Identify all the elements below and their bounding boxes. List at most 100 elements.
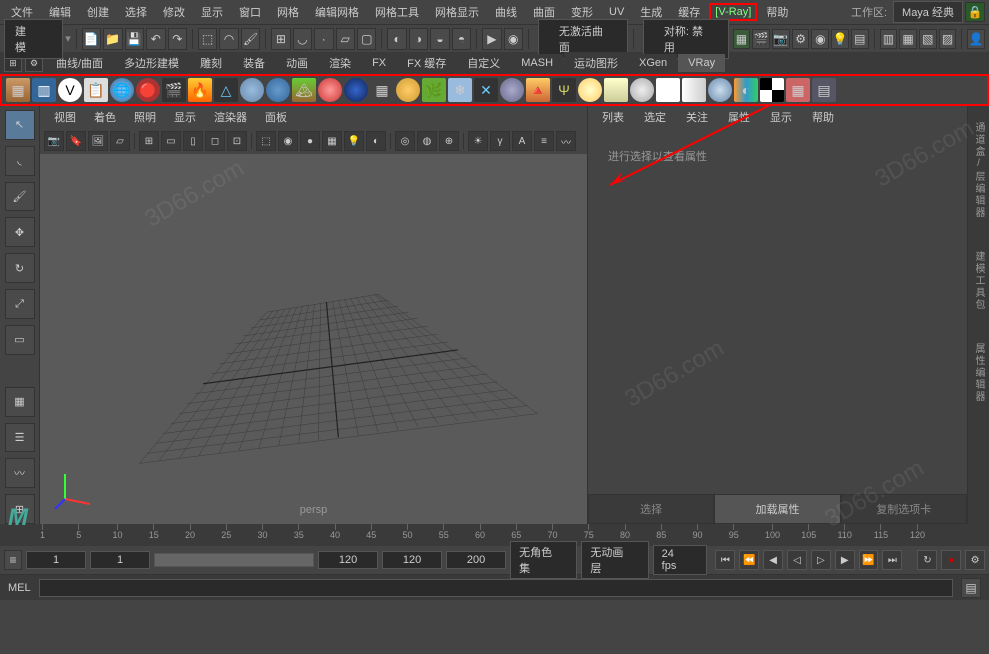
vray-icon-3[interactable]: V (58, 78, 82, 102)
vray-icon-22[interactable]: Ψ (552, 78, 576, 102)
vp-image-icon[interactable]: 🖼 (88, 131, 108, 151)
attr-menu-list[interactable]: 列表 (594, 107, 632, 127)
panel4-icon[interactable]: ▨ (939, 29, 957, 49)
shelf-tab-motion[interactable]: 运动图形 (564, 52, 628, 74)
vray-icon-10[interactable] (240, 78, 264, 102)
vp-menu-view[interactable]: 视图 (46, 107, 84, 127)
account-icon[interactable]: 👤 (967, 29, 985, 49)
vray-icon-17[interactable]: 🌿 (422, 78, 446, 102)
vray-icon-5[interactable]: 🌐 (110, 78, 134, 102)
vp-menu-panels[interactable]: 面板 (257, 107, 295, 127)
loop-icon[interactable]: ↻ (917, 550, 937, 570)
menu-window[interactable]: 窗口 (232, 1, 268, 23)
attr-menu-help[interactable]: 帮助 (804, 107, 842, 127)
vp-shadow-icon[interactable]: ◐ (366, 131, 386, 151)
vray-icon-8[interactable]: 🔥 (188, 78, 212, 102)
step-fwd-icon[interactable]: ⏩ (859, 550, 879, 570)
paint-icon[interactable]: 🖌 (241, 28, 260, 50)
vp-resolution-icon[interactable]: ◻ (205, 131, 225, 151)
vray-icon-1[interactable]: ▦ (6, 78, 30, 102)
symmetry-status[interactable]: 对称: 禁用 (643, 19, 729, 59)
rotate-tool[interactable]: ↻ (5, 253, 35, 283)
graph-icon[interactable]: 〰 (5, 458, 35, 488)
vray-icon-2[interactable]: ▥ (32, 78, 56, 102)
shelf-tab-fx[interactable]: FX (362, 54, 396, 72)
vray-icon-31[interactable]: ▦ (786, 78, 810, 102)
vp-xray-icon[interactable]: ◍ (417, 131, 437, 151)
shelf-tab-rigging[interactable]: 装备 (233, 52, 275, 74)
vp-all-icon[interactable]: ● (300, 131, 320, 151)
shelf-tab-anim[interactable]: 动画 (276, 52, 318, 74)
vp-gamma-icon[interactable]: γ (490, 131, 510, 151)
render-setup-icon[interactable]: ▤ (851, 29, 869, 49)
vray-icon-25[interactable] (630, 78, 654, 102)
shelf-tab-poly[interactable]: 多边形建模 (114, 52, 189, 74)
vray-icon-28[interactable] (708, 78, 732, 102)
lock-icon[interactable]: 🔒 (965, 2, 985, 22)
vp-menu-shade[interactable]: 着色 (86, 107, 124, 127)
vp-safe-icon[interactable]: ⊡ (227, 131, 247, 151)
vray-icon-4[interactable]: 📋 (84, 78, 108, 102)
lasso-icon[interactable]: ◠ (219, 28, 238, 50)
vp-bookmark-icon[interactable]: 🔖 (66, 131, 86, 151)
vray-icon-13[interactable] (318, 78, 342, 102)
cmd-lang-label[interactable]: MEL (8, 582, 31, 594)
attr-footer-load[interactable]: 加载属性 (714, 494, 840, 524)
vp-depth-icon[interactable]: ≡ (534, 131, 554, 151)
undo-icon[interactable]: ↶ (146, 28, 165, 50)
play-fwd-icon[interactable]: ▷ (811, 550, 831, 570)
render-view-icon[interactable]: ▦ (733, 29, 751, 49)
snap-plane-icon[interactable]: ▱ (336, 28, 355, 50)
ipr-render-icon[interactable]: 📷 (772, 29, 790, 49)
vp-joint-icon[interactable]: ⊕ (439, 131, 459, 151)
menu-help[interactable]: 帮助 (759, 1, 795, 23)
workspace-dropdown[interactable]: Maya 经典 (893, 1, 963, 23)
goto-end-icon[interactable]: ⏭ (882, 550, 902, 570)
tab-modelkit[interactable]: 建模工具包 (971, 245, 986, 317)
vp-menu-renderer[interactable]: 渲染器 (206, 107, 255, 127)
shelf-tab-xgen[interactable]: XGen (629, 54, 677, 72)
vray-icon-14[interactable] (344, 78, 368, 102)
vray-icon-18[interactable]: ❄ (448, 78, 472, 102)
menu-create[interactable]: 创建 (80, 1, 116, 23)
history-icon[interactable]: ◐ (387, 28, 406, 50)
shelf-tab-sculpt[interactable]: 雕刻 (190, 52, 232, 74)
shelf-tab-fxcache[interactable]: FX 缓存 (397, 52, 456, 74)
tab-channelbox[interactable]: 通道盒/层编辑器 (971, 116, 986, 225)
menu-curves[interactable]: 曲线 (488, 1, 524, 23)
play-back-icon[interactable]: ◁ (787, 550, 807, 570)
history2-icon[interactable]: ◑ (409, 28, 428, 50)
shelf-tab-custom[interactable]: 自定义 (457, 52, 510, 74)
range-slider[interactable] (154, 553, 314, 567)
menu-select[interactable]: 选择 (118, 1, 154, 23)
menu-display[interactable]: 显示 (194, 1, 230, 23)
vray-icon-15[interactable]: ▦ (370, 78, 394, 102)
snap-grid-icon[interactable]: ⊞ (271, 28, 290, 50)
vray-icon-24[interactable] (604, 78, 628, 102)
vp-wire-icon[interactable]: ⬚ (256, 131, 276, 151)
redo-icon[interactable]: ↷ (168, 28, 187, 50)
history4-icon[interactable]: ◓ (452, 28, 471, 50)
autokey-icon[interactable]: ● (941, 550, 961, 570)
render-icon[interactable]: ▶ (482, 28, 501, 50)
vray-icon-30[interactable] (760, 78, 784, 102)
animlayer-dropdown[interactable]: 无动画层 (581, 541, 648, 579)
attr-footer-select[interactable]: 选择 (588, 494, 714, 524)
render-settings-icon[interactable]: ⚙ (792, 29, 810, 49)
last-tool[interactable]: ▭ (5, 325, 35, 355)
attr-footer-copy[interactable]: 复制选项卡 (841, 494, 967, 524)
script-editor-icon[interactable]: ▤ (961, 578, 981, 598)
vray-icon-23[interactable] (578, 78, 602, 102)
vp-texture-icon[interactable]: ▦ (322, 131, 342, 151)
ipr-icon[interactable]: ◉ (504, 28, 523, 50)
vray-icon-7[interactable]: 🎬 (162, 78, 186, 102)
scale-tool[interactable]: ⤢ (5, 289, 35, 319)
range-start-inner[interactable] (90, 551, 150, 569)
mode-dropdown[interactable]: 建模 (4, 19, 63, 59)
history3-icon[interactable]: ◒ (430, 28, 449, 50)
select-tool[interactable]: ↖ (5, 110, 35, 140)
fps-dropdown[interactable]: 24 fps (653, 545, 708, 575)
layout-tool[interactable]: ▦ (5, 387, 35, 417)
vray-icon-11[interactable] (266, 78, 290, 102)
vray-icon-32[interactable]: ▤ (812, 78, 836, 102)
